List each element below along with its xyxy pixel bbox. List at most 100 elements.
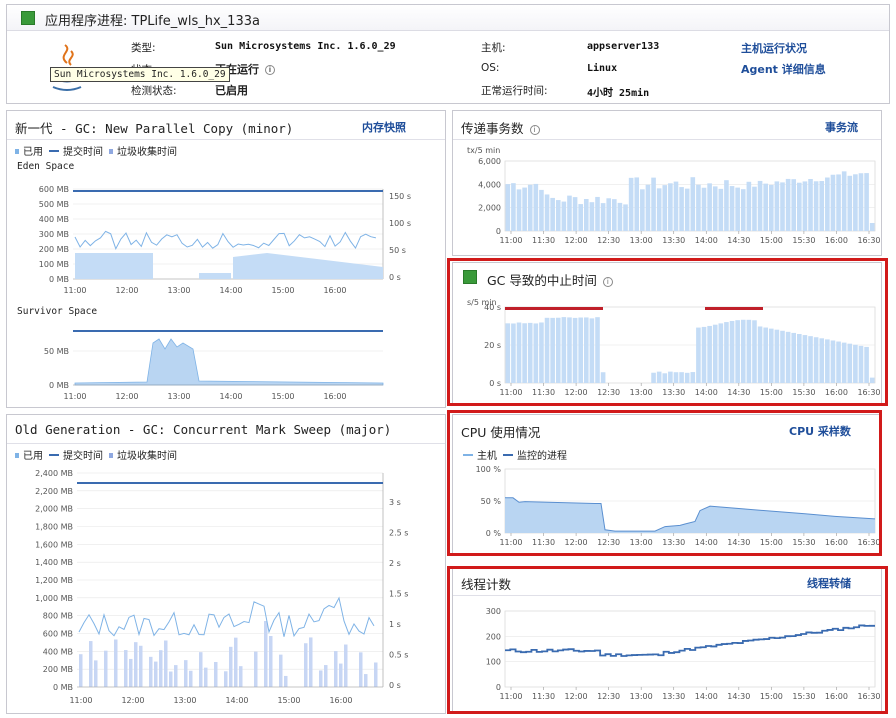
bar xyxy=(858,173,864,231)
bar xyxy=(864,173,869,231)
x-tick-label: 11:00 xyxy=(499,388,522,397)
x-tick-label: 14:30 xyxy=(727,538,750,547)
transactions-title: 传递事务数 i xyxy=(461,118,540,137)
x-tick-label: 14:00 xyxy=(219,392,242,401)
gc-bar xyxy=(374,662,378,687)
bar xyxy=(651,177,656,231)
cpu-samples-link[interactable]: CPU 采样数 xyxy=(789,423,851,439)
gc-bar xyxy=(164,640,168,687)
bar xyxy=(768,184,774,231)
bar xyxy=(550,317,555,383)
detect-label: 检测状态: xyxy=(131,85,177,97)
thread-count-title: 线程计数 xyxy=(461,577,512,592)
bar xyxy=(740,189,746,231)
x-tick-label: 12:00 xyxy=(565,538,588,547)
bar xyxy=(802,181,808,231)
gc-bar xyxy=(229,646,233,687)
x-tick-label: 12:30 xyxy=(597,236,620,245)
young-legend: 已用 提交时间 垃圾收集时间 xyxy=(13,143,177,158)
y-tick-label: 1,400 MB xyxy=(35,558,73,567)
x-tick-label: 16:00 xyxy=(825,236,848,245)
x-tick-label: 12:30 xyxy=(597,692,620,701)
bar xyxy=(774,181,780,231)
y-tick-label: 2,400 MB xyxy=(35,469,73,478)
x-tick-label: 12:30 xyxy=(597,538,620,547)
transactions-panel: 传递事务数 i 事务流 tx/5 min 6,000 4,000 2,000 0 11:00… xyxy=(452,110,882,256)
info-icon[interactable]: i xyxy=(529,124,540,135)
bar xyxy=(656,371,662,383)
x-tick-label: 15:00 xyxy=(271,286,294,295)
x-tick-label: 13:00 xyxy=(630,692,653,701)
y-tick-label: 100 MB xyxy=(39,260,69,269)
bar xyxy=(668,183,673,231)
gc-bar xyxy=(94,660,98,687)
bar xyxy=(595,196,600,231)
x-tick-label: 16:00 xyxy=(323,392,346,401)
agent-details-link[interactable]: Agent 详细信息 xyxy=(741,61,826,77)
bar xyxy=(606,198,612,231)
memory-snapshot-link[interactable]: 内存快照 xyxy=(362,119,406,135)
os-label: OS: xyxy=(481,62,500,74)
x-tick-label: 16:00 xyxy=(329,696,352,705)
bar xyxy=(617,202,623,231)
x-tick-label: 14:30 xyxy=(727,692,750,701)
x-tick-label: 14:00 xyxy=(695,538,718,547)
bar xyxy=(864,346,869,383)
bar xyxy=(505,184,511,231)
x-tick-label: 14:00 xyxy=(225,696,248,705)
gc-bar xyxy=(134,642,138,687)
bar xyxy=(679,187,684,231)
bar xyxy=(847,175,853,231)
x-tick-label: 13:00 xyxy=(167,286,190,295)
y2-tick-label: 2 s xyxy=(389,559,401,568)
y-tick-label: 500 MB xyxy=(39,200,69,209)
type-label: 类型: xyxy=(131,42,156,54)
info-icon[interactable]: i xyxy=(265,65,275,75)
bar xyxy=(858,345,864,383)
bar xyxy=(690,372,696,383)
host-health-link[interactable]: 主机运行状况 xyxy=(741,40,807,56)
gc-bar xyxy=(184,660,188,687)
status-green-icon xyxy=(21,11,35,25)
bar xyxy=(600,372,606,383)
gc-bar xyxy=(174,665,178,687)
bar xyxy=(679,372,684,383)
bar xyxy=(505,323,511,383)
y-tick-label: 1,600 MB xyxy=(35,540,73,549)
bar xyxy=(662,185,668,231)
transaction-flow-link[interactable]: 事务流 xyxy=(825,119,858,135)
bar xyxy=(701,187,707,231)
y-tick-label: 50 MB xyxy=(44,347,69,356)
x-tick-label: 16:00 xyxy=(825,538,848,547)
thread-dump-link[interactable]: 线程转储 xyxy=(807,575,851,591)
gc-bar xyxy=(129,658,133,687)
eden-label: Eden Space xyxy=(17,161,75,172)
young-gen-title: 新一代 - GC: New Parallel Copy (minor) xyxy=(15,121,294,136)
bar xyxy=(623,204,628,231)
x-tick-label: 13:30 xyxy=(662,538,685,547)
y-tick-label: 600 MB xyxy=(39,185,69,194)
bar xyxy=(589,318,595,383)
y-tick-label: 600 MB xyxy=(43,630,73,639)
bar xyxy=(612,199,617,231)
x-tick-label: 12:00 xyxy=(115,286,138,295)
x-tick-label: 15:00 xyxy=(760,236,783,245)
x-tick-label: 11:00 xyxy=(63,286,86,295)
bar xyxy=(797,334,802,383)
gc-bar xyxy=(204,667,208,687)
bar xyxy=(640,189,645,231)
uptime-value: 4小时 25min xyxy=(587,88,650,99)
info-icon[interactable]: i xyxy=(602,276,613,287)
y-tick-label: 0 % xyxy=(486,529,502,538)
gc-bar xyxy=(254,651,258,687)
bar xyxy=(735,320,740,383)
bar xyxy=(522,323,527,383)
y-tick-label: 400 MB xyxy=(43,647,73,656)
bar xyxy=(583,317,589,383)
gc-bar xyxy=(104,650,108,687)
gc-threshold-bar xyxy=(505,307,603,310)
bar xyxy=(825,177,830,231)
bar xyxy=(516,322,522,383)
bar xyxy=(696,327,701,383)
y2-tick-label: 3 s xyxy=(389,498,401,507)
